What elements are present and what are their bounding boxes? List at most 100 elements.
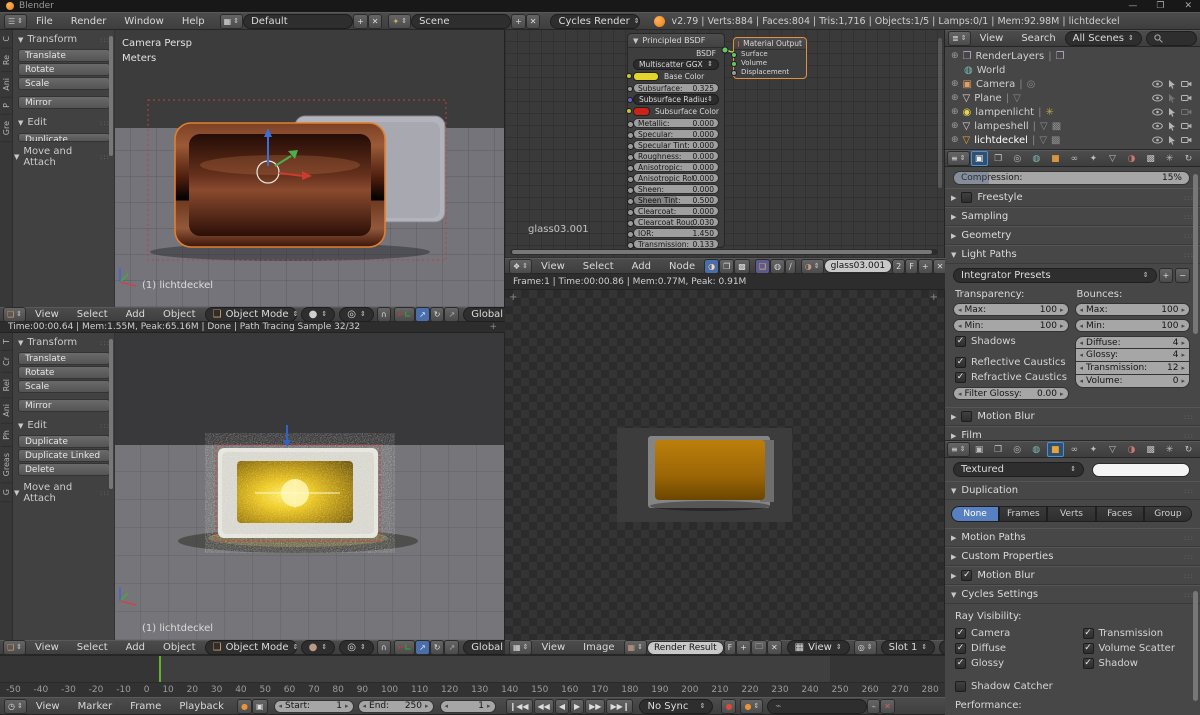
freestyle-checkbox[interactable] xyxy=(961,192,973,203)
displacement-socket[interactable] xyxy=(731,70,737,76)
menu-file[interactable]: File xyxy=(27,16,62,27)
menu-view[interactable]: View xyxy=(532,642,574,653)
panel-custom-properties[interactable]: ▶ Custom Properties::: xyxy=(945,547,1200,566)
editor-type-button[interactable]: ☰ ⇕ xyxy=(4,13,28,29)
node-principled-bsdf[interactable]: ▼ Principled BSDF BSDF Multiscatter GGX ⇕ … xyxy=(626,33,725,249)
editor-type-button[interactable]: ≡ ⇕ xyxy=(947,151,970,166)
snap-button[interactable]: ∩ xyxy=(376,640,391,655)
pivot-selector[interactable]: ◎ ⇕ xyxy=(339,307,374,322)
unlink-image-button[interactable]: ✕ xyxy=(766,640,782,655)
menu-image[interactable]: Image xyxy=(574,642,623,653)
menu-render[interactable]: Render xyxy=(62,16,116,27)
toolshelf-tab[interactable]: G xyxy=(0,483,12,503)
selectability-cursor-icon[interactable] xyxy=(1168,107,1176,117)
motion-blur-checkbox[interactable] xyxy=(961,411,973,422)
timeline-track[interactable] xyxy=(0,655,945,683)
rotate-manipulator-button[interactable]: ↻ xyxy=(429,307,445,322)
keying-set-button[interactable]: ● ⇕ xyxy=(740,698,764,714)
object-motion-blur-checkbox[interactable]: ✓ xyxy=(961,570,973,581)
editor-type-button[interactable]: ❑ ⇕ xyxy=(3,307,27,322)
panel-motion-blur-object[interactable]: ▶ ✓ Motion Blur::: xyxy=(945,566,1200,585)
image-name-field[interactable]: Render Result xyxy=(646,640,724,655)
manipulator-axes-button[interactable]: ⌐∟ xyxy=(393,307,416,322)
menu-help[interactable]: Help xyxy=(173,16,214,27)
line-style-button[interactable]: ∕ xyxy=(785,258,796,274)
bsdf-param-slider[interactable]: Specular: 0.000 xyxy=(627,129,719,139)
next-keyframe-button[interactable]: ▶▶ xyxy=(585,698,606,714)
expand-icon[interactable]: ⊕ xyxy=(951,121,959,131)
tab-particles-icon[interactable]: ✳ xyxy=(1161,442,1178,457)
ray-diffuse-checkbox[interactable]: ✓ xyxy=(955,643,966,654)
play-button[interactable]: ▶ xyxy=(570,698,585,714)
editor-type-button[interactable]: ❖ ⇕ xyxy=(509,258,533,274)
preset-add-button[interactable]: + xyxy=(1158,268,1174,283)
layout-add-button[interactable]: + xyxy=(353,13,368,29)
tab-material-icon[interactable]: ◑ xyxy=(1123,442,1140,457)
panel-motion-paths[interactable]: ▶ Motion Paths::: xyxy=(945,528,1200,547)
scale-manipulator-button[interactable]: ↗ xyxy=(444,307,460,322)
compositing-nodes-button[interactable]: ❐ xyxy=(719,258,735,274)
viewport-3d-top[interactable]: Camera Persp Meters (1) lichtdeckel C Re… xyxy=(0,30,505,307)
maximum-draw-type-selector[interactable]: Textured ⇕ xyxy=(953,462,1085,477)
refractive-caustics-checkbox[interactable]: ✓ xyxy=(955,372,966,383)
pivot-selector[interactable]: ◎ ⇕ xyxy=(339,640,374,655)
toolshelf-tab[interactable]: Greas xyxy=(0,446,12,484)
display-scope-selector[interactable]: All Scenes ⇕ xyxy=(1064,31,1142,46)
editor-type-button[interactable]: ≣ ⇕ xyxy=(948,31,971,46)
compression-slider[interactable]: Compression: 15% xyxy=(953,171,1190,185)
bsdf-param-slider[interactable]: Transmission: 0.133 xyxy=(627,239,719,249)
bsdf-param-slider[interactable]: Anisotropic Rotation:0.000 xyxy=(627,173,719,183)
visibility-eye-icon[interactable] xyxy=(1152,94,1163,102)
shading-selector[interactable]: ● ⇕ xyxy=(300,307,336,322)
mirror-button[interactable]: Mirror xyxy=(18,96,110,109)
menu-view[interactable]: View xyxy=(26,642,68,653)
editor-type-button[interactable]: ≡ ⇕ xyxy=(947,442,970,457)
panel-motion-blur[interactable]: ▶ Motion Blur::: xyxy=(945,407,1200,426)
panel-film[interactable]: ▶ Film::: xyxy=(945,426,1200,440)
active-keying-set-field[interactable]: ⌁ xyxy=(767,698,868,714)
integrator-presets-selector[interactable]: Integrator Presets ⇕ xyxy=(953,268,1157,283)
render-engine-selector[interactable]: Cycles Render ⇕ xyxy=(550,13,641,29)
menu-view[interactable]: View xyxy=(971,33,1013,44)
bsdf-param-slider[interactable]: Anisotropic: 0.000 xyxy=(627,162,719,172)
tab-modifiers-icon[interactable]: ✦ xyxy=(1085,442,1102,457)
renderability-camera-icon[interactable] xyxy=(1181,94,1192,102)
tool-button[interactable]: Rotate xyxy=(18,63,110,76)
ray-glossy-checkbox[interactable]: ✓ xyxy=(955,658,966,669)
node-editor[interactable]: ▼ Principled BSDF BSDF Multiscatter GGX ⇕ … xyxy=(505,30,945,258)
mirror-button[interactable]: Mirror xyxy=(18,399,110,412)
menu-object[interactable]: Object xyxy=(154,309,205,320)
preset-remove-button[interactable]: − xyxy=(1175,268,1190,283)
bsdf-param-slider[interactable]: Clearcoat: 0.000 xyxy=(627,206,719,216)
filter-glossy-field[interactable]: ◂ Filter Glossy: 0.00 ▸ xyxy=(953,387,1069,400)
surface-socket[interactable] xyxy=(731,52,737,58)
shelf-scrollbar[interactable] xyxy=(109,339,113,489)
layout-selector[interactable]: Default xyxy=(243,13,354,29)
duplication-faces-button[interactable]: Faces xyxy=(1095,506,1144,522)
renderability-camera-icon[interactable] xyxy=(1181,136,1192,144)
layout-close-button[interactable]: ✕ xyxy=(367,13,383,29)
outliner-row-renderlayers[interactable]: ⊕ ❐ RenderLayers | ❐ xyxy=(945,49,1200,63)
panel-edit-header[interactable]: ▼ Edit::: xyxy=(18,117,110,128)
tool-button[interactable]: Rotate xyxy=(18,366,110,379)
rotate-manipulator-button[interactable]: ↻ xyxy=(429,640,445,655)
panel-light-paths[interactable]: ▼ Light Paths::: xyxy=(945,245,1200,264)
panel-move-attach-header[interactable]: ▼ Move and Attach::: xyxy=(14,482,110,504)
panel-move-attach-header[interactable]: ▼ Move and Attach::: xyxy=(14,146,110,168)
bsdf-param-slider[interactable]: Specular Tint: 0.000 xyxy=(627,140,719,150)
color-socket[interactable] xyxy=(626,73,632,79)
renderability-camera-icon[interactable] xyxy=(1181,122,1192,130)
menu-add[interactable]: Add xyxy=(117,642,154,653)
insert-keyframe-button[interactable]: ⌁ xyxy=(867,698,881,714)
users-count-button[interactable]: 2 xyxy=(892,258,906,274)
prev-keyframe-button[interactable]: ◀◀ xyxy=(533,698,554,714)
menu-node[interactable]: Node xyxy=(660,261,704,272)
slot-selector[interactable]: Slot 1 ⇕ xyxy=(880,640,936,655)
close-icon[interactable]: ✕ xyxy=(1176,1,1200,11)
bounce-field[interactable]: ◂ Transmission: 12 ▸ xyxy=(1074,362,1190,375)
ray-camera-checkbox[interactable]: ✓ xyxy=(955,628,966,639)
bsdf-param-slider[interactable]: Metallic: 0.000 xyxy=(627,118,719,128)
manipulator-axes-button[interactable]: ⌐∟ xyxy=(393,640,416,655)
tab-scene-icon[interactable]: ◎ xyxy=(1009,151,1026,166)
expand-icon[interactable]: ⊕ xyxy=(951,51,959,61)
